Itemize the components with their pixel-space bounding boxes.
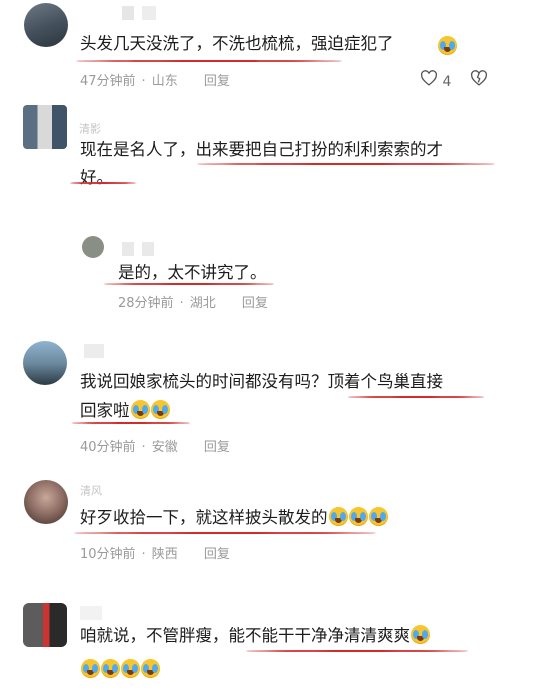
red-underline <box>197 163 495 165</box>
username-blurred <box>122 2 156 20</box>
heart-outline-icon <box>421 70 437 86</box>
comment-text: 咱就说，不管胖瘦，能不能干干净净清清爽爽 <box>80 621 430 651</box>
location: 湖北 <box>189 296 216 311</box>
location: 陕西 <box>151 547 178 562</box>
comment-text: 好歹收拾一下，就这样披头散发的 <box>80 503 388 533</box>
comment-text-line2: 好。 <box>80 168 113 187</box>
reply-button[interactable]: 回复 <box>204 440 230 455</box>
dislike-button[interactable] <box>470 70 488 90</box>
reply-button[interactable]: 回复 <box>242 296 268 311</box>
red-underline <box>72 422 190 424</box>
laugh-cry-emoji <box>141 659 160 678</box>
comment-meta: 28分钟前 · 湖北 回复 <box>118 296 268 311</box>
emoji-row <box>80 655 160 685</box>
avatar[interactable] <box>24 3 68 47</box>
avatar[interactable] <box>23 603 67 647</box>
laugh-cry-emoji <box>130 400 150 419</box>
laugh-cry-emoji <box>328 507 348 526</box>
like-count: 4 <box>442 74 452 90</box>
timestamp: 40分钟前 <box>80 440 136 455</box>
comment-meta: 40分钟前 · 安徽 回复 <box>80 440 230 455</box>
timestamp: 47分钟前 <box>80 74 136 89</box>
laugh-cry-emoji <box>101 659 120 678</box>
location: 山东 <box>151 74 178 89</box>
username-blurred <box>80 602 102 620</box>
laugh-cry-emoji <box>348 507 368 526</box>
red-underline <box>74 532 376 534</box>
comment-meta: 47分钟前 · 山东 回复 <box>80 74 230 89</box>
username-blurred <box>84 340 104 358</box>
laugh-cry-emoji <box>438 36 457 55</box>
timestamp: 10分钟前 <box>80 547 136 562</box>
avatar[interactable] <box>82 236 104 258</box>
comment-text: 头发几天没洗了，不洗也梳梳，强迫症犯了 <box>80 34 394 53</box>
laugh-cry-emoji <box>368 507 388 526</box>
comment-meta: 10分钟前 · 陕西 回复 <box>80 547 230 562</box>
laugh-cry-emoji <box>411 625 430 644</box>
laugh-cry-emoji <box>121 659 140 678</box>
username-blurred: 清影 <box>79 122 101 136</box>
red-underline <box>104 283 274 285</box>
location: 安徽 <box>151 440 178 455</box>
red-underline <box>246 650 468 652</box>
reply-button[interactable]: 回复 <box>204 74 230 89</box>
red-underline <box>76 60 342 62</box>
username-blurred: 清风 <box>80 484 102 498</box>
comment-actions: 4 <box>420 70 488 90</box>
reply-button[interactable]: 回复 <box>204 547 230 562</box>
timestamp: 28分钟前 <box>118 296 174 311</box>
like-button[interactable]: 4 <box>420 70 456 90</box>
avatar[interactable] <box>24 480 68 524</box>
comment-text: 我说回娘家梳头的时间都没有吗？顶着个鸟巢直接 <box>80 372 443 391</box>
laugh-cry-emoji <box>81 659 100 678</box>
avatar[interactable] <box>23 341 67 385</box>
comment-text: 现在是名人了，出来要把自己打扮的利利索索的才 <box>80 140 443 159</box>
red-underline <box>348 396 484 398</box>
avatar[interactable] <box>23 105 67 149</box>
laugh-cry-emoji <box>150 400 170 419</box>
broken-heart-icon <box>470 70 487 86</box>
username-blurred <box>122 238 154 256</box>
red-underline <box>70 182 136 184</box>
